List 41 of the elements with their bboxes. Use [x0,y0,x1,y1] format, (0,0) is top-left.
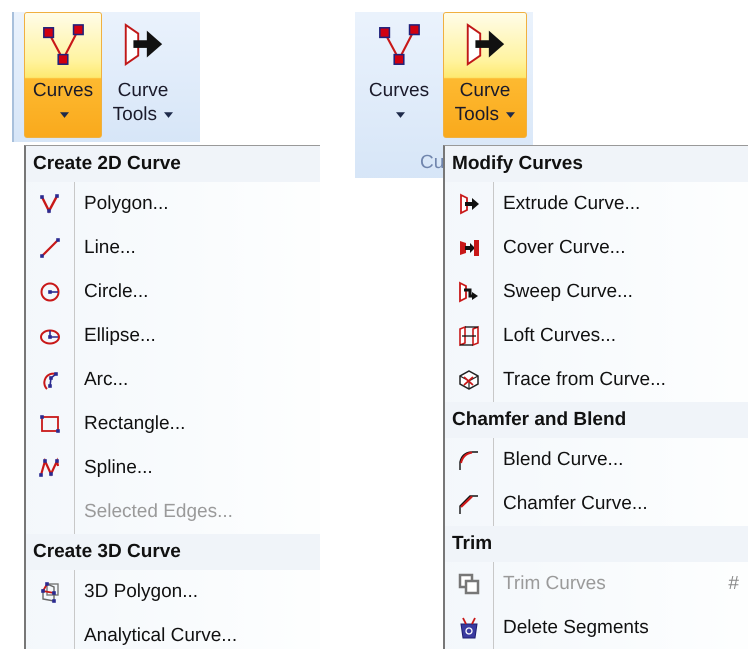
ribbon-button[interactable]: Curve Tools [443,12,527,138]
menu-item[interactable]: Sweep Curve... [445,270,748,314]
menu-item[interactable]: 3D Polygon... [26,570,320,614]
arrow-panel-icon [457,192,481,216]
menu-item[interactable]: Loft Curves... [445,314,748,358]
menu-item[interactable]: Trace from Curve... [445,358,748,402]
menu-item[interactable]: Line... [26,226,320,270]
spline-icon [38,456,62,480]
ribbon-button[interactable]: Curves [357,12,441,138]
caret-icon [506,112,516,118]
menu-item[interactable]: Extrude Curve... [445,182,748,226]
menu-item[interactable]: Circle... [26,270,320,314]
menu-item[interactable]: Ellipse... [26,314,320,358]
caret-icon [396,112,404,118]
menu-item[interactable]: Blend Curve... [445,438,748,482]
group-label: Cu [420,152,444,174]
menu-item[interactable]: Chamfer Curve... [445,482,748,526]
caret-icon [164,112,174,118]
ribbon-button[interactable]: Curves [24,12,102,138]
menu-item[interactable]: Delete Segments [445,606,748,649]
polyline-icon [38,192,62,216]
menu-item[interactable]: Polygon... [26,182,320,226]
line-icon [38,236,62,260]
rectangle-icon [38,412,62,436]
circle-icon [38,280,62,304]
section-header: Create 2D Curve [26,146,320,182]
menu-item[interactable]: Cover Curve... [445,226,748,270]
menu-item[interactable]: Spline... [26,446,320,490]
section-header: Modify Curves [445,146,748,182]
wireframe-cube-icon [457,368,481,392]
shortcut-text: # [728,573,739,595]
caret-icon [60,112,68,118]
section-header: Chamfer and Blend [445,402,748,438]
menu-item[interactable]: Analytical Curve... [26,614,320,649]
menu-item[interactable]: Arc... [26,358,320,402]
loft-icon [457,324,481,348]
menu-item[interactable]: Rectangle... [26,402,320,446]
overlapping-squares-icon [457,572,481,596]
ribbon-button[interactable]: Curve Tools [104,12,182,138]
section-header: Create 3D Curve [26,534,320,570]
section-header: Trim [445,526,748,562]
